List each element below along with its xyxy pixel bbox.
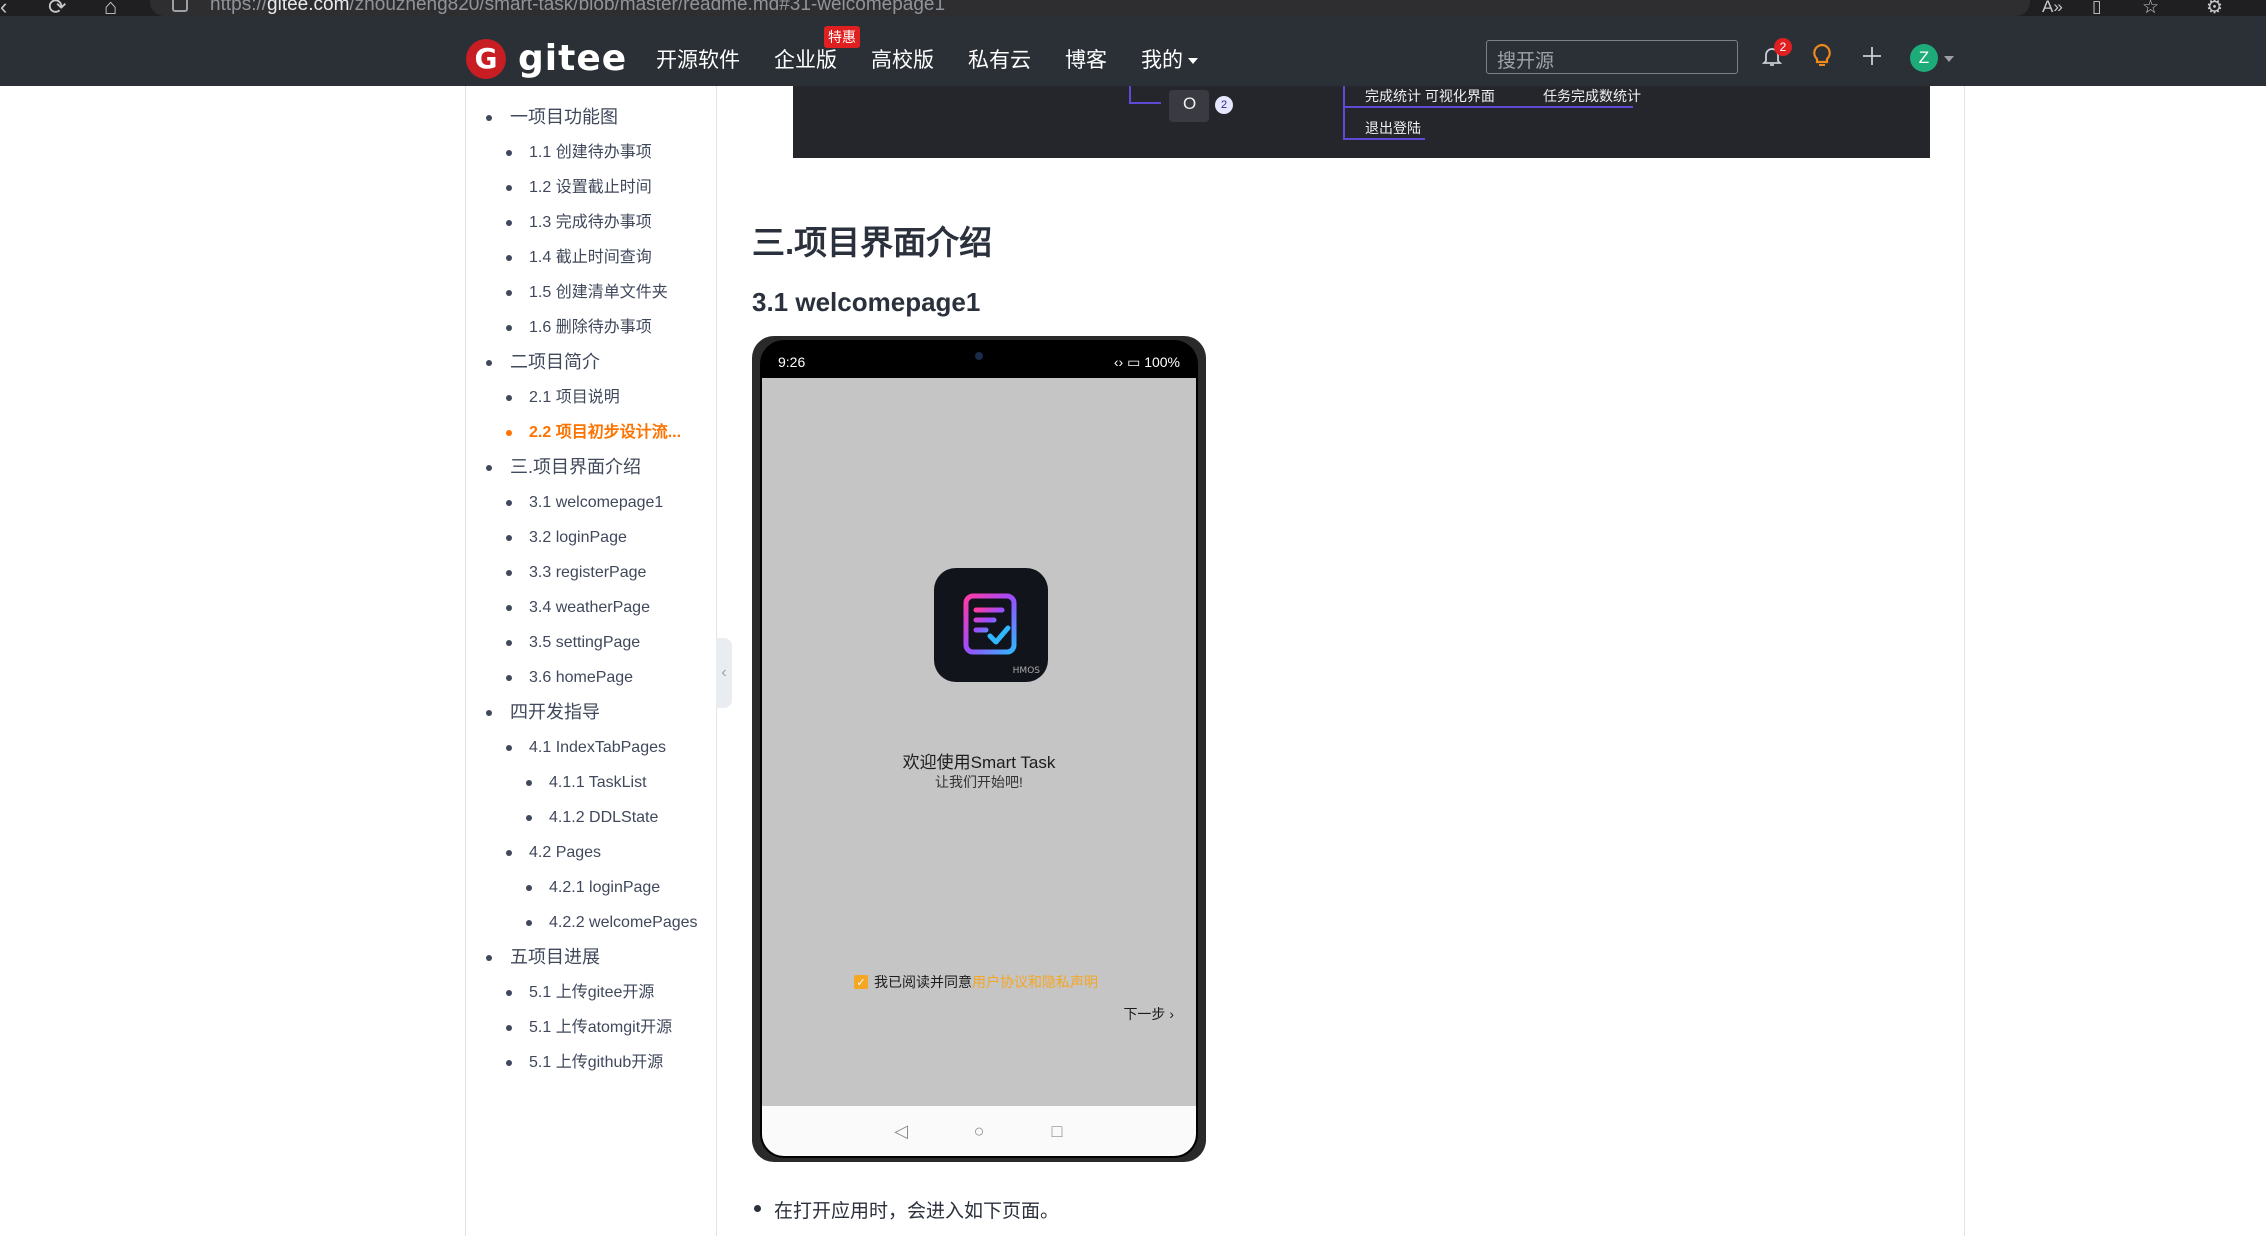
- mindmap-image-fragment: O 2 完成统计 可视化界面 任务完成数统计 退出登陆: [793, 86, 1930, 158]
- toc-item[interactable]: 3.3 registerPage: [466, 555, 716, 590]
- toc-item[interactable]: 1.5 创建清单文件夹: [466, 275, 716, 310]
- back-triangle-icon[interactable]: ◁: [892, 1121, 910, 1141]
- notification-count-badge: 2: [1774, 38, 1792, 56]
- toc-item[interactable]: 二项目简介: [466, 345, 716, 380]
- mindmap-node-stats: 完成统计 可视化界面: [1365, 88, 1495, 104]
- chevron-right-icon: ›: [1169, 1006, 1174, 1022]
- search-input[interactable]: 搜开源: [1486, 40, 1738, 74]
- phone-status-bar: 9:26 ‹› ▭ 100%: [778, 354, 1180, 371]
- avatar-chevron-down-icon[interactable]: [1944, 56, 1954, 62]
- welcome-screen: HMOS 欢迎使用Smart Task 让我们开始吧! ✓ 我已阅读并同意 用户…: [762, 378, 1196, 1106]
- gitee-logo[interactable]: G gitee: [466, 38, 627, 79]
- mindmap-node-task-stats: 任务完成数统计: [1543, 88, 1641, 104]
- toc-item[interactable]: 一项目功能图: [466, 100, 716, 135]
- nfc-icon: ‹›: [1113, 354, 1124, 370]
- nav-enterprise-label: 企业版: [774, 49, 837, 72]
- browser-toolbar: ‹ ⟳ ⌂ https://gitee.com/zhouzheng820/sma…: [0, 0, 2266, 19]
- agreement-text: 我已阅读并同意: [874, 974, 972, 990]
- toc-item[interactable]: 4.2 Pages: [466, 835, 716, 870]
- toc-item[interactable]: 三.项目界面介绍: [466, 450, 716, 485]
- nav-education[interactable]: 高校版: [871, 44, 934, 74]
- chevron-down-icon: [1188, 58, 1198, 65]
- toc-item[interactable]: 3.1 welcomepage1: [466, 485, 716, 520]
- gitee-header: G gitee 开源软件 企业版 特惠 高校版 私有云 博客 我的 搜开源 2 …: [0, 16, 2266, 86]
- status-right: ‹› ▭ 100%: [1114, 354, 1180, 371]
- mindmap-connector: [1129, 86, 1131, 102]
- avatar[interactable]: Z: [1910, 44, 1938, 72]
- mindmap-connector: [1343, 106, 1633, 108]
- toc-item[interactable]: 4.2.2 welcomePages: [466, 905, 716, 940]
- mindmap-node-o: O: [1183, 94, 1197, 113]
- status-time: 9:26: [778, 354, 806, 370]
- recents-square-icon[interactable]: □: [1048, 1121, 1066, 1141]
- mindmap-node-count: 2: [1215, 96, 1233, 114]
- toc-item[interactable]: 5.1 上传gitee开源: [466, 975, 716, 1010]
- site-info-icon[interactable]: [172, 0, 188, 12]
- toc-item[interactable]: 1.2 设置截止时间: [466, 170, 716, 205]
- toc-collapse-toggle[interactable]: ‹: [716, 638, 732, 708]
- toc-item[interactable]: 5.1 上传github开源: [466, 1045, 716, 1080]
- toc-item[interactable]: 4.1.2 DDLState: [466, 800, 716, 835]
- phone-nav-bar: ◁ ○ □: [762, 1106, 1196, 1156]
- toc-item[interactable]: 3.4 weatherPage: [466, 590, 716, 625]
- phone-screenshot: 9:26 ‹› ▭ 100% HMOS 欢迎使用Smart Task 让我们开始…: [752, 336, 1206, 1162]
- nav-mine[interactable]: 我的: [1141, 44, 1198, 74]
- agreement-row[interactable]: ✓ 我已阅读并同意 用户协议和隐私声明: [854, 972, 1098, 992]
- nav-mine-label: 我的: [1141, 49, 1183, 72]
- toc-item[interactable]: 3.6 homePage: [466, 660, 716, 695]
- toc-item[interactable]: 5.1 上传atomgit开源: [466, 1010, 716, 1045]
- toc-item[interactable]: 四开发指导: [466, 695, 716, 730]
- agreement-link[interactable]: 用户协议和隐私声明: [972, 972, 1098, 992]
- content-bullet: 在打开应用时，会进入如下页面。: [753, 1196, 1059, 1223]
- battery-icon: ▭: [1127, 354, 1141, 370]
- toc-item[interactable]: 3.5 settingPage: [466, 625, 716, 660]
- toc-item[interactable]: 2.1 项目说明: [466, 380, 716, 415]
- home-circle-icon[interactable]: ○: [970, 1121, 988, 1141]
- battery-level: 100%: [1144, 354, 1180, 370]
- toc-item[interactable]: 3.2 loginPage: [466, 520, 716, 555]
- url-text[interactable]: https://gitee.com/zhouzheng820/smart-tas…: [210, 0, 945, 16]
- next-button[interactable]: 下一步 ›: [1123, 1004, 1174, 1024]
- smart-task-app-icon: HMOS: [934, 568, 1048, 682]
- promo-badge: 特惠: [824, 26, 860, 48]
- toc-item[interactable]: 2.2 项目初步设计流...: [466, 415, 716, 450]
- plus-icon[interactable]: [1856, 40, 1888, 72]
- mindmap-node-logout: 退出登陆: [1365, 120, 1421, 136]
- nav-open-source[interactable]: 开源软件: [656, 44, 740, 74]
- chevron-left-icon: ‹: [721, 664, 727, 681]
- toc-item[interactable]: 五项目进展: [466, 940, 716, 975]
- nav-enterprise[interactable]: 企业版 特惠: [774, 26, 860, 74]
- next-label: 下一步: [1123, 1006, 1166, 1022]
- lightbulb-icon[interactable]: [1806, 40, 1838, 72]
- agreement-checkbox[interactable]: ✓: [854, 975, 868, 989]
- table-of-contents: 一项目功能图 1.1 创建待办事项 1.2 设置截止时间 1.3 完成待办事项 1.4 …: [466, 100, 716, 1080]
- nav-blog[interactable]: 博客: [1065, 44, 1107, 74]
- gitee-logo-icon: G: [466, 38, 506, 79]
- welcome-title: 欢迎使用Smart Task: [902, 753, 1056, 772]
- checklist-icon: [963, 593, 1017, 655]
- mindmap-connector: [1343, 86, 1345, 140]
- toc-item[interactable]: 1.3 完成待办事项: [466, 205, 716, 240]
- nav-private-cloud[interactable]: 私有云: [968, 44, 1031, 74]
- gitee-logo-text: gitee: [518, 38, 628, 79]
- toc-item[interactable]: 1.4 截止时间查询: [466, 240, 716, 275]
- mindmap-connector: [1343, 138, 1425, 140]
- toc-item[interactable]: 1.6 删除待办事项: [466, 310, 716, 345]
- toc-list: 一项目功能图 1.1 创建待办事项 1.2 设置截止时间 1.3 完成待办事项 1.4 …: [466, 100, 716, 1080]
- welcome-subtitle: 让我们开始吧!: [935, 774, 1023, 790]
- toc-item[interactable]: 4.1 IndexTabPages: [466, 730, 716, 765]
- hmos-mark: HMOS: [1012, 666, 1040, 676]
- immersive-reader-icon[interactable]: ▯: [2092, 0, 2101, 17]
- toc-item[interactable]: 1.1 创建待办事项: [466, 135, 716, 170]
- search-placeholder: 搜开源: [1497, 51, 1555, 72]
- toc-item[interactable]: 4.1.1 TaskList: [466, 765, 716, 800]
- mindmap-connector: [1129, 102, 1161, 104]
- section-heading: 三.项目界面介绍: [752, 224, 993, 261]
- top-nav: 开源软件 企业版 特惠 高校版 私有云 博客 我的: [656, 26, 1232, 74]
- toc-item[interactable]: 4.2.1 loginPage: [466, 870, 716, 905]
- read-aloud-icon[interactable]: A»: [2042, 0, 2063, 17]
- subsection-heading: 3.1 welcomepage1: [752, 287, 981, 317]
